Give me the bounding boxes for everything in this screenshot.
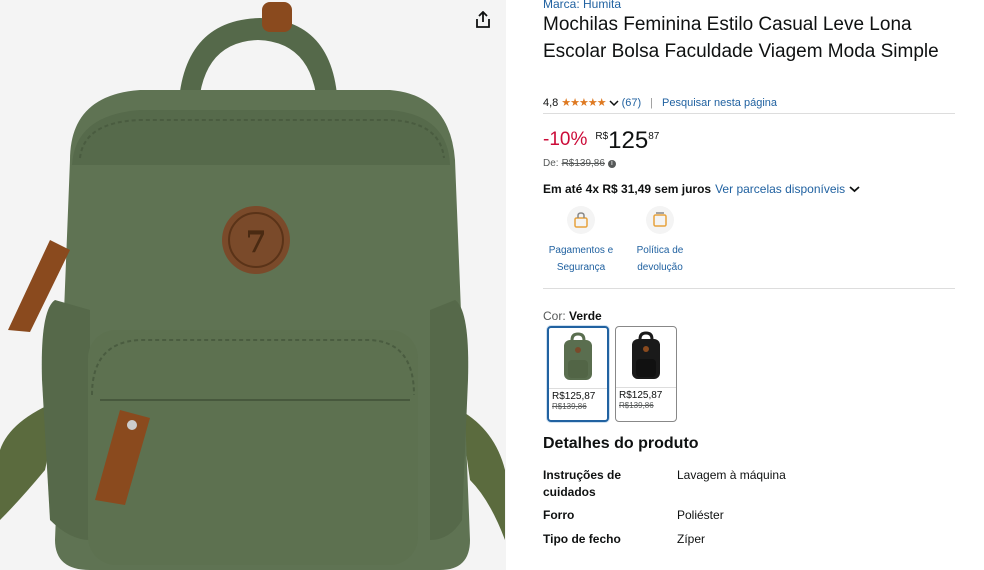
divider <box>543 113 955 114</box>
color-label: Cor: <box>543 309 566 323</box>
swatch-price: R$125,87 <box>619 390 663 401</box>
svg-text:7: 7 <box>246 225 267 260</box>
share-button[interactable] <box>470 8 496 32</box>
product-title: Mochilas Feminina Estilo Casual Leve Lon… <box>543 14 939 62</box>
list-price-label: De: <box>543 158 559 169</box>
list-price-row: De: R$139,86 i <box>543 158 616 169</box>
feature-payments[interactable]: Pagamentos e Segurança <box>543 206 619 276</box>
details-value: Poliéster <box>677 508 724 522</box>
details-key: Forro <box>543 508 575 522</box>
details-heading: Detalhes do produto <box>543 435 699 452</box>
secure-payment-icon <box>567 206 595 234</box>
rating-stars-icon[interactable]: ★★★★★ <box>561 96 606 109</box>
discount-badge: -10% <box>543 129 588 150</box>
installments-link[interactable]: Ver parcelas disponíveis <box>715 182 845 196</box>
color-swatch-black[interactable]: R$125,87 R$139,86 <box>615 326 677 422</box>
info-icon[interactable]: i <box>607 159 616 168</box>
rating-count-link[interactable]: (67) <box>622 97 642 109</box>
price-whole: 125 <box>608 127 649 154</box>
price-block: -10% R$ 125 87 <box>543 127 659 154</box>
rating-value: 4,8 <box>543 96 559 109</box>
price-cents: 87 <box>648 131 660 142</box>
swatch-image <box>616 327 676 388</box>
chevron-down-icon[interactable] <box>849 185 860 193</box>
return-policy-icon <box>646 206 674 234</box>
price-currency: R$ <box>595 131 609 142</box>
color-selector-label: Cor: Verde <box>543 309 602 323</box>
swatch-price: R$125,87 <box>552 391 596 402</box>
swatch-old-price: R$139,86 <box>619 401 654 410</box>
product-image-gallery[interactable]: 7 <box>0 0 506 570</box>
divider <box>543 288 955 289</box>
feature-label: Pagamentos e Segurança <box>548 245 614 273</box>
main-product-image: 7 <box>0 2 505 570</box>
details-value: Lavagem à máquina <box>677 468 786 482</box>
swatch-old-price: R$139,86 <box>552 402 587 411</box>
feature-label: Política de devolução <box>636 245 684 273</box>
rating-row: 4,8 ★★★★★ (67) | Pesquisar nesta página <box>543 96 777 110</box>
installments-row: Em até 4x R$ 31,49 sem juros Ver parcela… <box>543 182 860 196</box>
installments-text: Em até 4x R$ 31,49 sem juros <box>543 182 712 196</box>
search-page-link[interactable]: Pesquisar nesta página <box>662 97 777 109</box>
color-selected: Verde <box>569 309 602 323</box>
separator: | <box>650 96 654 109</box>
details-value: Zíper <box>677 532 706 546</box>
share-icon <box>476 11 490 28</box>
list-price: R$139,86 <box>561 158 605 169</box>
swatch-image <box>549 328 607 389</box>
details-key: Instruções de cuidados <box>543 468 622 499</box>
chevron-down-icon[interactable] <box>609 99 619 107</box>
brand-link[interactable]: Marca: Humita <box>543 0 621 11</box>
feature-returns[interactable]: Política de devolução <box>622 206 698 276</box>
details-key: Tipo de fecho <box>543 532 621 546</box>
color-swatch-green[interactable]: R$125,87 R$139,86 <box>547 326 609 422</box>
